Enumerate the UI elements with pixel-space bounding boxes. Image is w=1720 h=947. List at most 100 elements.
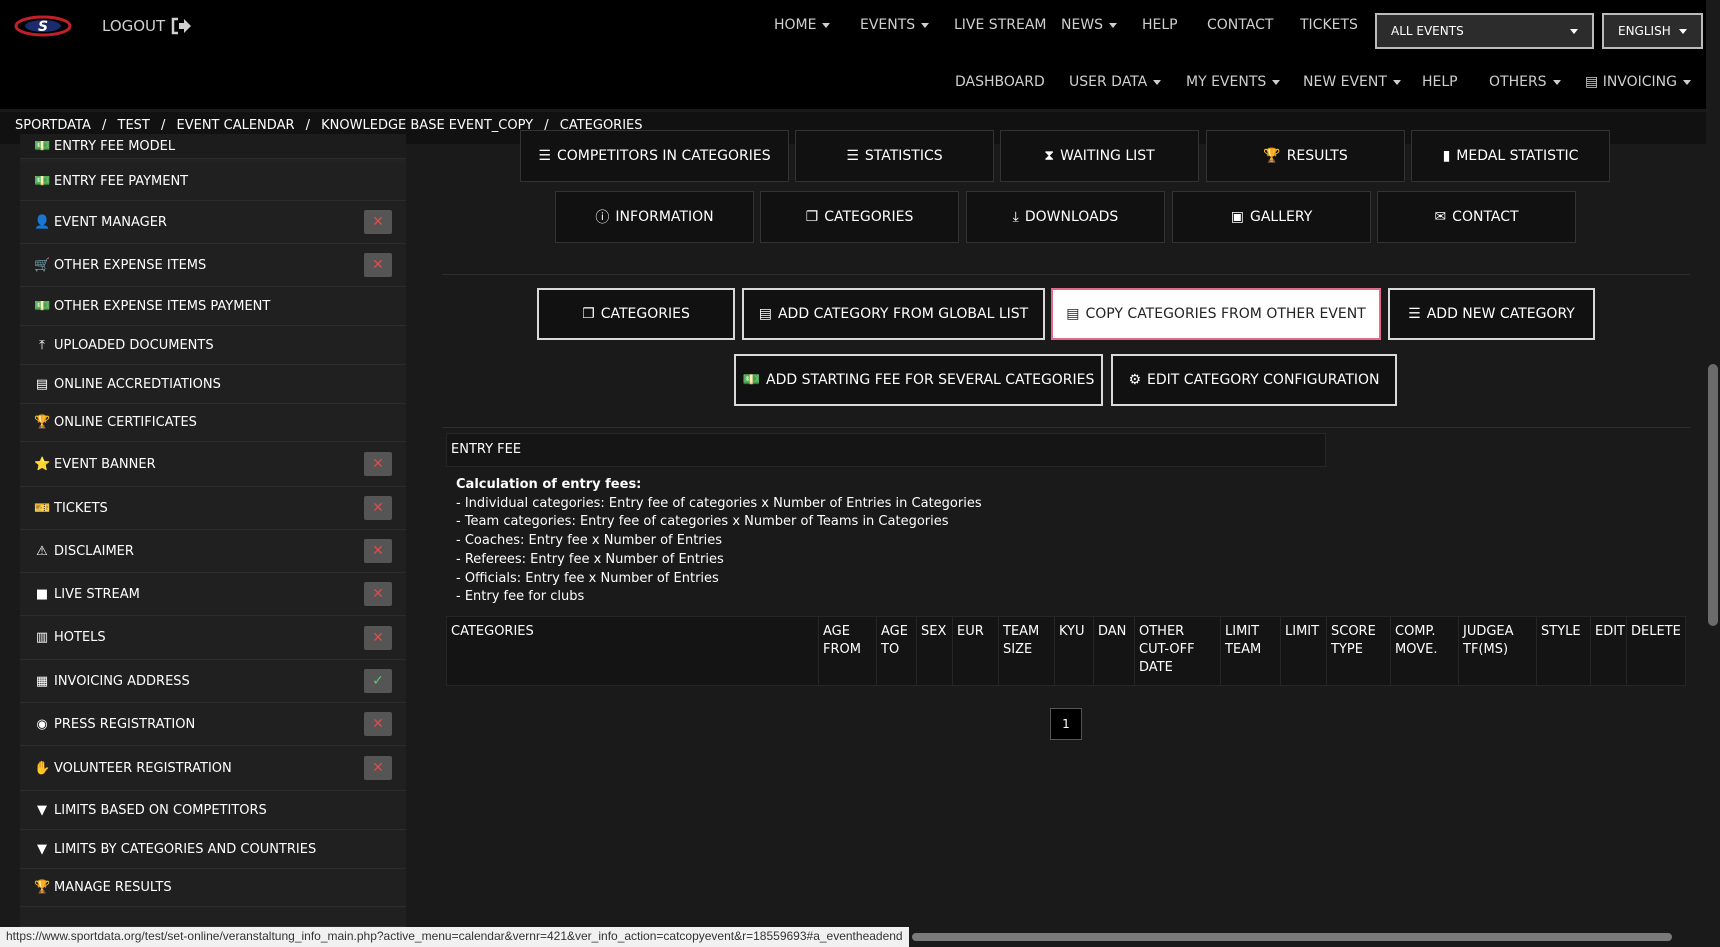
tab-information[interactable]: ⓘ INFORMATION — [555, 191, 754, 243]
nav-help[interactable]: HELP — [1142, 17, 1178, 33]
column-header[interactable]: KYU — [1059, 623, 1085, 641]
tab-results[interactable]: 🏆 RESULTS — [1206, 130, 1405, 182]
column-header[interactable]: DELETE — [1631, 623, 1681, 641]
nav-events[interactable]: EVENTS — [860, 17, 930, 33]
sidebar-item-uploaded-documents[interactable]: ⤒ UPLOADED DOCUMENTS — [20, 326, 406, 365]
column-header[interactable]: EDIT — [1595, 623, 1625, 641]
column-header[interactable]: CATEGORIES — [451, 623, 534, 641]
sidebar-item-online-certificates[interactable]: 🏆 ONLINE CERTIFICATES — [20, 404, 406, 442]
upload-icon: ⤒ — [39, 337, 45, 353]
column-header-line: EUR — [957, 624, 984, 639]
tab-categories[interactable]: ❐ CATEGORIES — [760, 191, 959, 243]
nav-dashboard[interactable]: DASHBOARD — [955, 74, 1045, 90]
column-header[interactable]: DAN — [1098, 623, 1126, 641]
tab-add-new-category[interactable]: ☰ ADD NEW CATEGORY — [1388, 288, 1595, 340]
column-header[interactable]: LIMIT — [1285, 623, 1319, 641]
sidebar-item-disclaimer[interactable]: ⚠ DISCLAIMER ✕ — [20, 530, 406, 573]
nav-contact[interactable]: CONTACT — [1207, 17, 1273, 33]
nav-invoicing[interactable]: ▤ INVOICING — [1585, 74, 1691, 90]
column-header-line: DELETE — [1631, 624, 1681, 639]
nav-label: CONTACT — [1207, 17, 1274, 33]
nav-home[interactable]: HOME — [774, 17, 831, 33]
nav-user-data[interactable]: USER DATA — [1069, 74, 1162, 90]
language-select[interactable]: ENGLISH — [1602, 13, 1703, 49]
sidebar-item-volunteer-registration[interactable]: ✋ VOLUNTEER REGISTRATION ✕ — [20, 746, 406, 791]
sidebar-item-limits-by-categories-and-countries[interactable]: ▼ LIMITS BY CATEGORIES AND COUNTRIES — [20, 830, 406, 869]
calc-line: - Coaches: Entry fee x Number of Entries — [456, 533, 723, 549]
breadcrumb-item[interactable]: SPORTDATA / — [15, 118, 106, 133]
column-header-line: DATE — [1139, 660, 1173, 675]
column-header[interactable]: EUR — [957, 623, 984, 641]
tab-add-starting-fee-for-several-categories[interactable]: 💵 ADD STARTING FEE FOR SEVERAL CATEGORIES — [734, 354, 1103, 406]
sidebar-item-manage-results[interactable]: 🏆 MANAGE RESULTS — [20, 869, 406, 907]
tab-label: COPY CATEGORIES FROM OTHER EVENT — [1085, 306, 1366, 322]
tab-gallery[interactable]: ▣ GALLERY — [1172, 191, 1371, 243]
tab-contact[interactable]: ✉ CONTACT — [1377, 191, 1576, 243]
column-header-line: SIZE — [1003, 642, 1033, 657]
add-folder-icon: ▤ — [758, 306, 772, 322]
filter-icon: ▼ — [37, 802, 47, 818]
breadcrumb-item[interactable]: EVENT CALENDAR / — [177, 118, 311, 133]
nav-label: INVOICING — [1602, 74, 1677, 90]
gear-icon: ⚙ — [1128, 372, 1142, 388]
tab-downloads[interactable]: ⤓ DOWNLOADS — [966, 191, 1165, 243]
sidebar-item-live-stream[interactable]: ■ LIVE STREAM ✕ — [20, 573, 406, 616]
nav-news[interactable]: NEWS — [1061, 17, 1118, 33]
breadcrumb-item[interactable]: TEST / — [118, 118, 166, 133]
sidebar-item-entry-fee-payment[interactable]: 💵 ENTRY FEE PAYMENT — [20, 163, 406, 201]
tab-competitors-in-categories[interactable]: ☰ COMPETITORS IN CATEGORIES — [520, 130, 789, 182]
nav-others[interactable]: OTHERS — [1489, 74, 1561, 90]
tab-edit-category-configuration[interactable]: ⚙ EDIT CATEGORY CONFIGURATION — [1111, 354, 1397, 406]
nav-help[interactable]: HELP — [1422, 74, 1458, 90]
calc-line: - Team categories: Entry fee of categori… — [456, 514, 949, 530]
sidebar-item-event-manager[interactable]: 👤 EVENT MANAGER ✕ — [20, 201, 406, 244]
tab-categories[interactable]: ❐ CATEGORIES — [537, 288, 735, 340]
column-header[interactable]: OTHER CUT-OFF DATE — [1139, 623, 1195, 677]
column-header[interactable]: AGE FROM — [823, 623, 861, 659]
nav-new-event[interactable]: NEW EVENT — [1303, 74, 1401, 90]
sidebar-item-invoicing-address[interactable]: ▦ INVOICING ADDRESS ✓ — [20, 660, 406, 703]
events-select-value: ALL EVENTS — [1391, 24, 1464, 38]
pagination-page[interactable]: 1 — [1050, 708, 1082, 740]
sidebar-item-label: LIVE STREAM — [54, 586, 140, 602]
tab-label: EDIT CATEGORY CONFIGURATION — [1147, 372, 1380, 388]
nav-tickets[interactable]: TICKETS — [1300, 17, 1358, 33]
sidebar-item-label: LIMITS BY CATEGORIES AND COUNTRIES — [54, 841, 317, 857]
trophy-icon: 🏆 — [1263, 148, 1281, 164]
events-select[interactable]: ALL EVENTS — [1375, 13, 1594, 49]
column-header[interactable]: TEAM SIZE — [1003, 623, 1039, 659]
breadcrumb-item[interactable]: KNOWLEDGE BASE EVENT_COPY / — [321, 118, 548, 133]
status-yes-icon: ✓ — [364, 669, 392, 693]
column-header[interactable]: AGE TO — [881, 623, 908, 659]
scrollbar-thumb[interactable] — [1708, 364, 1718, 626]
sidebar-item-label: DISCLAIMER — [54, 543, 134, 559]
column-header[interactable]: JUDGEA TF(MS) — [1463, 623, 1514, 659]
divider — [442, 427, 1690, 428]
column-header[interactable]: COMP. MOVE. — [1395, 623, 1437, 659]
column-divider — [916, 617, 917, 685]
column-header[interactable]: STYLE — [1541, 623, 1581, 641]
sidebar-item-tickets[interactable]: 🎫 TICKETS ✕ — [20, 487, 406, 530]
sidebar-item-partial[interactable] — [20, 908, 406, 927]
nav-live-stream[interactable]: LIVE STREAM — [954, 17, 1046, 33]
horizontal-scrollbar[interactable] — [912, 933, 1672, 941]
tab-copy-categories-from-other-event[interactable]: ▤ COPY CATEGORIES FROM OTHER EVENT — [1051, 288, 1381, 340]
tab-add-category-from-global-list[interactable]: ▤ ADD CATEGORY FROM GLOBAL LIST — [742, 288, 1045, 340]
column-header[interactable]: SEX — [921, 623, 946, 641]
logout-link[interactable]: LOGOUT — [102, 17, 192, 35]
nav-my-events[interactable]: MY EVENTS — [1186, 74, 1281, 90]
sidebar-item-other-expense-items-payment[interactable]: 💵 OTHER EXPENSE ITEMS PAYMENT — [20, 287, 406, 326]
tab-waiting-list[interactable]: ⧗ WAITING LIST — [1000, 130, 1199, 182]
sidebar-item-other-expense-items[interactable]: 🛒 OTHER EXPENSE ITEMS ✕ — [20, 244, 406, 287]
column-header[interactable]: SCORE TYPE — [1331, 623, 1376, 659]
sidebar-item-entry-fee-model[interactable]: 💵 ENTRY FEE MODEL — [20, 134, 406, 159]
sportdata-logo[interactable]: S — [14, 14, 72, 38]
sidebar-item-limits-based-on-competitors[interactable]: ▼ LIMITS BASED ON COMPETITORS — [20, 791, 406, 830]
column-header[interactable]: LIMIT TEAM — [1225, 623, 1261, 659]
sidebar-item-online-accredtiations[interactable]: ▤ ONLINE ACCREDTIATIONS — [20, 365, 406, 404]
sidebar-item-event-banner[interactable]: ⭐ EVENT BANNER ✕ — [20, 442, 406, 487]
sidebar-item-press-registration[interactable]: ◉ PRESS REGISTRATION ✕ — [20, 703, 406, 746]
tab-medal-statistic[interactable]: ▮ MEDAL STATISTIC — [1411, 130, 1610, 182]
sidebar-item-hotels[interactable]: ▥ HOTELS ✕ — [20, 616, 406, 660]
tab-statistics[interactable]: ☰ STATISTICS — [795, 130, 994, 182]
